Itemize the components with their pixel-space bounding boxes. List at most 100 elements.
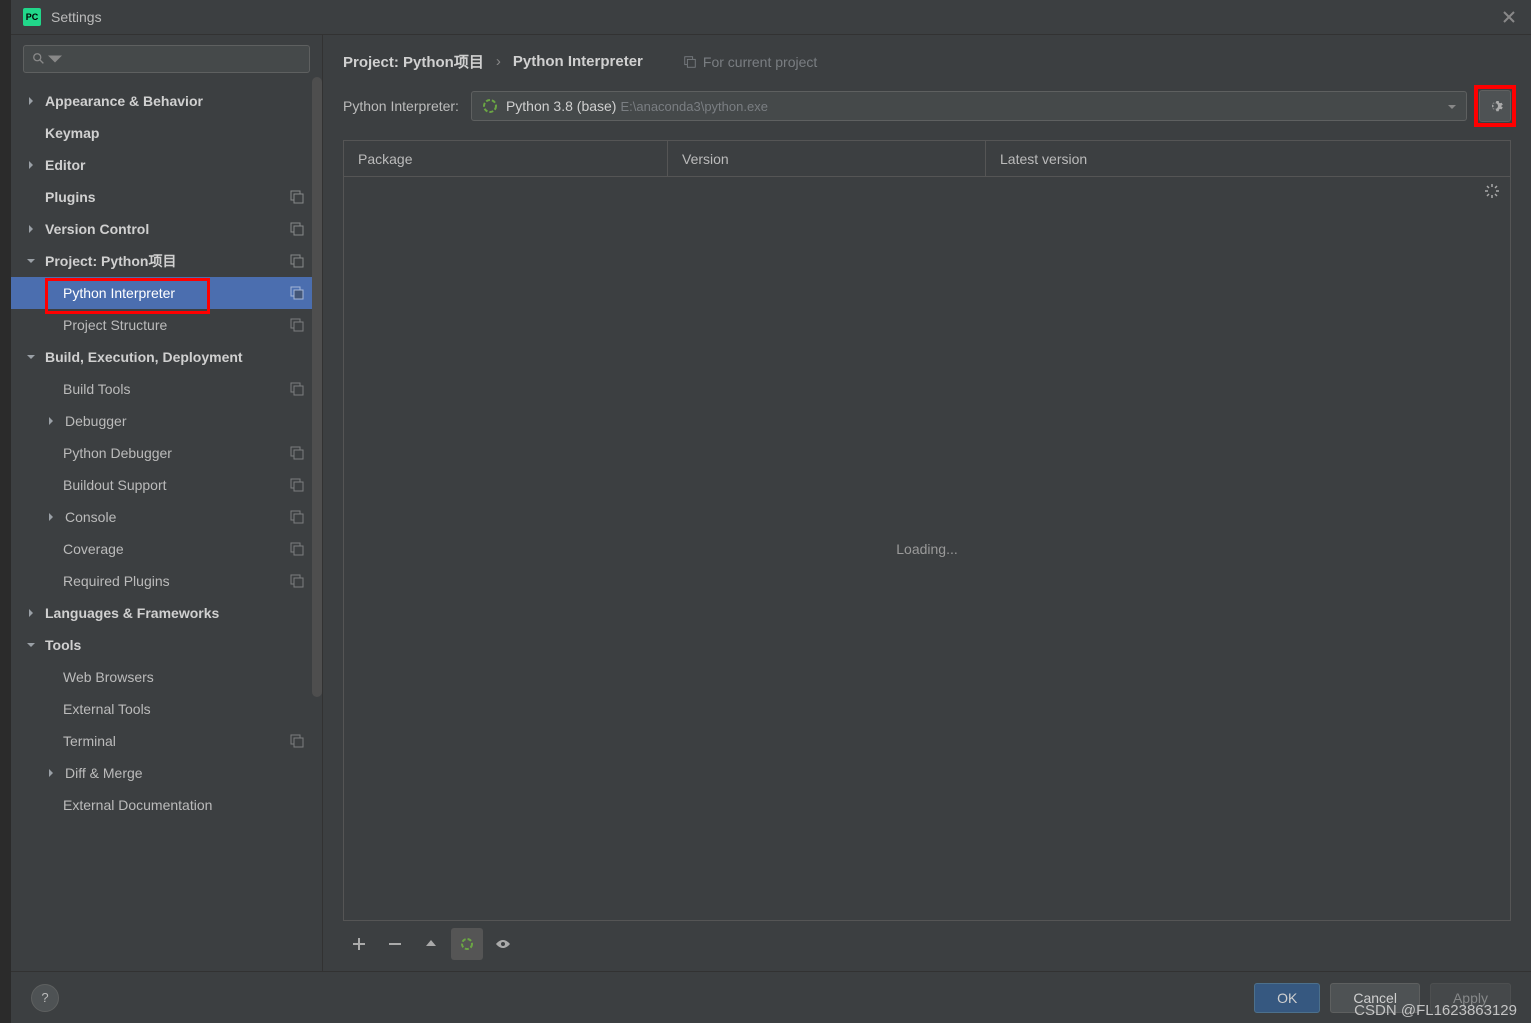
- tree-item-13[interactable]: Console: [11, 501, 322, 533]
- tree-item-1[interactable]: Keymap: [11, 117, 322, 149]
- conda-button[interactable]: [451, 928, 483, 960]
- tree-item-12[interactable]: Buildout Support: [11, 469, 322, 501]
- packages-toolbar: [343, 921, 1511, 961]
- titlebar: PC Settings: [11, 0, 1531, 35]
- copy-icon: [290, 574, 304, 588]
- tree-item-7[interactable]: Project Structure: [11, 309, 322, 341]
- copy-icon: [290, 446, 304, 460]
- chevron-right-icon: [45, 511, 57, 523]
- chevron-right-icon: [25, 223, 37, 235]
- table-header: Package Version Latest version: [344, 141, 1510, 177]
- breadcrumb: Project: Python项目 › Python Interpreter F…: [343, 51, 1511, 72]
- copy-icon: [290, 510, 304, 524]
- tree-item-label: Languages & Frameworks: [45, 605, 219, 621]
- tree-item-label: Plugins: [45, 189, 96, 205]
- search-input[interactable]: [68, 52, 301, 67]
- tree-item-2[interactable]: Editor: [11, 149, 322, 181]
- copy-icon: [290, 318, 304, 332]
- tree-item-4[interactable]: Version Control: [11, 213, 322, 245]
- tree-item-label: Editor: [45, 157, 85, 173]
- content-panel: Project: Python项目 › Python Interpreter F…: [323, 35, 1531, 971]
- tree-item-0[interactable]: Appearance & Behavior: [11, 85, 322, 117]
- footer: ? OK Cancel Apply: [11, 971, 1531, 1023]
- search-input-container[interactable]: [23, 45, 310, 73]
- close-button[interactable]: [1499, 7, 1519, 27]
- plus-icon: [351, 936, 367, 952]
- tree-item-5[interactable]: Project: Python项目: [11, 245, 322, 277]
- tree-item-label: Required Plugins: [63, 573, 170, 589]
- help-button[interactable]: ?: [31, 984, 59, 1012]
- interpreter-settings-button[interactable]: [1479, 90, 1511, 122]
- chevron-right-icon: [25, 607, 37, 619]
- tree-item-20[interactable]: Terminal: [11, 725, 322, 757]
- upgrade-package-button[interactable]: [415, 928, 447, 960]
- left-gutter: [0, 0, 11, 1023]
- breadcrumb-page: Python Interpreter: [513, 53, 643, 70]
- tree-item-label: Debugger: [65, 413, 127, 429]
- tree-item-21[interactable]: Diff & Merge: [11, 757, 322, 789]
- remove-package-button[interactable]: [379, 928, 411, 960]
- tree-item-18[interactable]: Web Browsers: [11, 661, 322, 693]
- tree-item-19[interactable]: External Tools: [11, 693, 322, 725]
- watermark: CSDN @FL1623863129: [1354, 1002, 1517, 1019]
- copy-icon: [290, 286, 304, 300]
- copy-icon: [290, 542, 304, 556]
- tree-item-22[interactable]: External Documentation: [11, 789, 322, 821]
- table-body: Loading...: [344, 177, 1510, 920]
- tree-item-9[interactable]: Build Tools: [11, 373, 322, 405]
- tree-item-label: Project: Python项目: [45, 251, 176, 271]
- add-package-button[interactable]: [343, 928, 375, 960]
- tree-item-label: Buildout Support: [63, 477, 167, 493]
- chevron-right-icon: [45, 767, 57, 779]
- scope-badge: For current project: [683, 54, 817, 70]
- settings-tree: Appearance & Behavior Keymap Editor Plugins…: [11, 81, 322, 971]
- tree-item-10[interactable]: Debugger: [11, 405, 322, 437]
- chevron-right-icon: [45, 415, 57, 427]
- copy-icon: [290, 222, 304, 236]
- tree-item-label: Appearance & Behavior: [45, 93, 203, 109]
- tree-item-17[interactable]: Tools: [11, 629, 322, 661]
- col-package[interactable]: Package: [344, 141, 668, 176]
- tree-item-3[interactable]: Plugins: [11, 181, 322, 213]
- tree-item-label: Web Browsers: [63, 669, 154, 685]
- copy-icon: [290, 382, 304, 396]
- window-title: Settings: [51, 9, 102, 25]
- tree-item-label: Tools: [45, 637, 81, 653]
- tree-item-label: Python Interpreter: [63, 285, 175, 301]
- chevron-down-icon: [1448, 99, 1456, 114]
- chevron-right-icon: [25, 95, 37, 107]
- copy-icon: [683, 55, 697, 69]
- copy-icon: [290, 254, 304, 268]
- packages-table: Package Version Latest version Loading..…: [343, 140, 1511, 921]
- interpreter-label: Python Interpreter:: [343, 98, 459, 114]
- search-icon: [32, 52, 46, 66]
- loading-text: Loading...: [896, 541, 958, 557]
- tree-item-11[interactable]: Python Debugger: [11, 437, 322, 469]
- ring-icon: [459, 936, 475, 952]
- interpreter-path: E:\anaconda3\python.exe: [620, 99, 767, 114]
- show-early-releases-button[interactable]: [487, 928, 519, 960]
- scrollbar[interactable]: [312, 77, 322, 697]
- col-latest[interactable]: Latest version: [986, 141, 1510, 176]
- breadcrumb-sep: ›: [496, 53, 501, 70]
- tree-item-label: Python Debugger: [63, 445, 172, 461]
- breadcrumb-project: Project: Python项目: [343, 51, 484, 72]
- tree-item-15[interactable]: Required Plugins: [11, 565, 322, 597]
- tree-item-6[interactable]: Python Interpreter: [11, 277, 322, 309]
- tree-item-label: Build Tools: [63, 381, 130, 397]
- tree-item-label: Project Structure: [63, 317, 167, 333]
- tree-item-label: Keymap: [45, 125, 99, 141]
- copy-icon: [290, 190, 304, 204]
- tree-item-label: Coverage: [63, 541, 124, 557]
- tree-item-14[interactable]: Coverage: [11, 533, 322, 565]
- col-version[interactable]: Version: [668, 141, 986, 176]
- eye-icon: [495, 936, 511, 952]
- tree-item-label: Console: [65, 509, 116, 525]
- tree-item-label: Version Control: [45, 221, 149, 237]
- interpreter-name: Python 3.8 (base): [506, 98, 617, 114]
- tree-item-16[interactable]: Languages & Frameworks: [11, 597, 322, 629]
- interpreter-select[interactable]: Python 3.8 (base) E:\anaconda3\python.ex…: [471, 91, 1467, 121]
- ok-button[interactable]: OK: [1254, 983, 1320, 1013]
- tree-item-8[interactable]: Build, Execution, Deployment: [11, 341, 322, 373]
- copy-icon: [290, 734, 304, 748]
